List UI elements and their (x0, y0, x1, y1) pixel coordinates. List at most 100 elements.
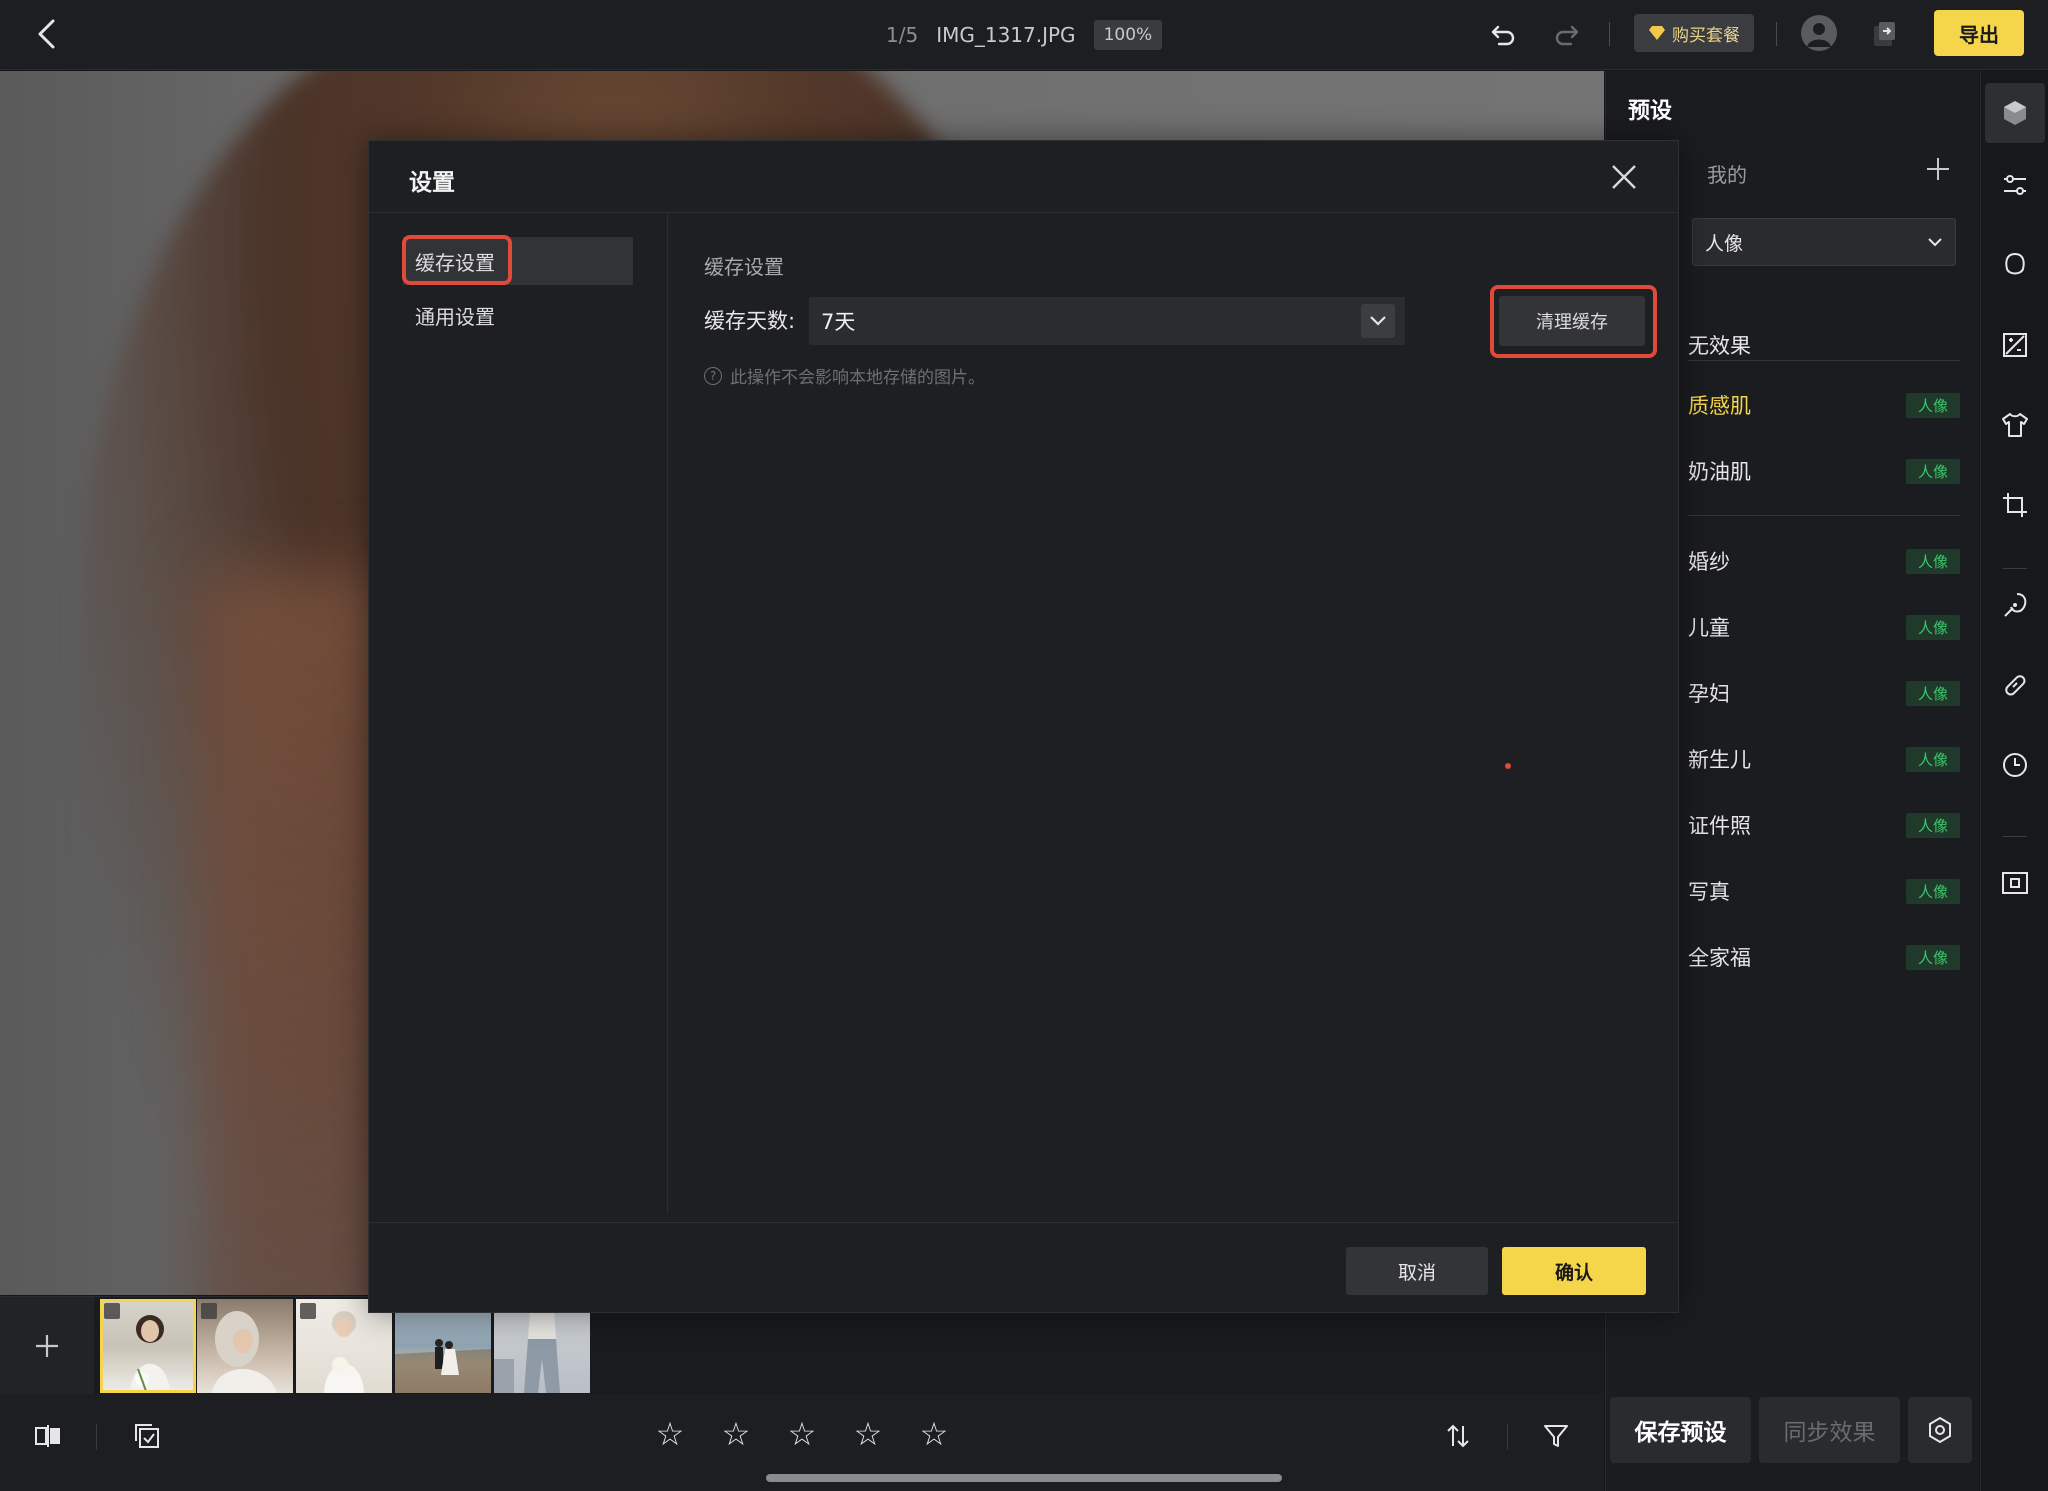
confirm-button[interactable]: 确认 (1502, 1247, 1646, 1295)
crop-tool[interactable] (1997, 487, 2033, 523)
settings-dialog: 设置 缓存设置 通用设置 缓存设置 缓存天数: 7天 清理缓存 ? 此操作不会影… (368, 140, 1679, 1313)
preset-name: 新生儿 (1688, 748, 1751, 772)
preset-tag: 人像 (1905, 548, 1960, 574)
filter-icon (1544, 1425, 1568, 1447)
dialog-header: 设置 (369, 141, 1678, 213)
redo-icon (1555, 25, 1579, 46)
cancel-button[interactable]: 取消 (1346, 1247, 1488, 1295)
zoom-level[interactable]: 100% (1093, 20, 1163, 50)
cube-icon (2004, 101, 2026, 125)
rating-star-5[interactable]: ☆ (916, 1415, 952, 1453)
chevron-left-icon (38, 19, 55, 49)
batch-select-button[interactable] (127, 1416, 167, 1456)
heal-tool[interactable] (1997, 667, 2033, 703)
clothing-tool[interactable] (1997, 407, 2033, 443)
rating-star-4[interactable]: ☆ (850, 1415, 886, 1453)
save-preset-button[interactable]: 保存预设 (1610, 1397, 1751, 1463)
dialog-footer: 取消 确认 (369, 1222, 1678, 1314)
chevron-down-icon (1370, 316, 1386, 326)
preset-name: 证件照 (1688, 814, 1751, 838)
undo-button[interactable] (1486, 18, 1520, 52)
share-button[interactable] (1868, 18, 1902, 52)
cache-days-value: 7天 (821, 310, 856, 334)
close-icon (1612, 165, 1636, 189)
preset-tag: 人像 (1905, 614, 1960, 640)
undo-icon (1491, 25, 1515, 46)
exposure-icon (2003, 333, 2027, 357)
tool-divider (2003, 836, 2027, 837)
preset-item[interactable]: 新生儿 人像 (1688, 731, 1960, 787)
nav-label: 通用设置 (415, 304, 495, 329)
rating-star-3[interactable]: ☆ (784, 1415, 820, 1453)
preset-name: 质感肌 (1688, 394, 1751, 418)
export-button[interactable]: 导出 (1934, 10, 2024, 56)
preset-tag: 人像 (1905, 878, 1960, 904)
category-select[interactable]: 人像 (1692, 218, 1956, 266)
preset-tag: 人像 (1905, 392, 1960, 418)
cache-days-select[interactable]: 7天 (809, 297, 1405, 345)
preset-item[interactable]: 全家福 人像 (1688, 929, 1960, 985)
my-presets-label[interactable]: 我的 (1707, 159, 1747, 188)
preset-item[interactable]: 孕妇 人像 (1688, 665, 1960, 721)
info-icon: ? (704, 366, 722, 385)
redo-button[interactable] (1550, 18, 1584, 52)
compare-button[interactable] (28, 1416, 68, 1456)
face-tool[interactable] (1997, 247, 2033, 283)
preset-item[interactable]: 婚纱 人像 (1688, 533, 1960, 589)
share-icon (1874, 22, 1895, 46)
rating-star-2[interactable]: ☆ (718, 1415, 754, 1453)
home-indicator (766, 1474, 1282, 1482)
add-preset-button[interactable] (1922, 153, 1954, 185)
adjust-tool[interactable] (1997, 167, 2033, 203)
sort-icon (1447, 1424, 1469, 1448)
panel-title: 预设 (1628, 99, 1673, 124)
close-button[interactable] (1606, 159, 1642, 195)
presets-tool[interactable] (1985, 83, 2045, 143)
preset-name: 无效果 (1688, 334, 1751, 358)
cache-days-label: 缓存天数: (704, 309, 796, 333)
preset-name: 奶油肌 (1688, 460, 1751, 484)
dropdown-toggle[interactable] (1361, 304, 1395, 338)
preset-name: 婚纱 (1688, 550, 1730, 574)
thumbnail[interactable] (197, 1299, 293, 1393)
sort-button[interactable] (1438, 1416, 1478, 1456)
preset-item[interactable]: 儿童 人像 (1688, 599, 1960, 655)
rating-star-1[interactable]: ☆ (652, 1415, 688, 1453)
clock-icon (2003, 753, 2027, 777)
filter-button[interactable] (1536, 1416, 1576, 1456)
preset-item[interactable]: 证件照 人像 (1688, 797, 1960, 853)
edited-badge (300, 1303, 316, 1319)
preset-item[interactable]: 写真 人像 (1688, 863, 1960, 919)
checkbox-stack-icon (135, 1424, 159, 1448)
preset-item[interactable]: 质感肌 人像 (1688, 377, 1960, 433)
preset-no-effect[interactable]: 无效果 (1688, 317, 1960, 373)
highlight-box (402, 235, 512, 285)
preset-settings-button[interactable] (1908, 1397, 1972, 1463)
file-name: IMG_1317.JPG (936, 23, 1076, 47)
settings-nav: 缓存设置 通用设置 (369, 213, 668, 1213)
buy-package-button[interactable]: 购买套餐 (1634, 14, 1754, 52)
compare-icon (35, 1425, 60, 1447)
nav-general-settings[interactable]: 通用设置 (403, 291, 663, 339)
tool-divider (2003, 568, 2027, 569)
bottom-divider (96, 1424, 97, 1450)
plus-icon (36, 1335, 58, 1357)
preset-name: 儿童 (1688, 616, 1730, 640)
avatar[interactable] (1801, 15, 1837, 51)
hint-text: ? 此操作不会影响本地存储的图片。 (704, 363, 985, 388)
shirt-icon (2002, 413, 2028, 437)
sync-effect-button[interactable]: 同步效果 (1759, 1397, 1900, 1463)
add-photo-button[interactable] (0, 1297, 94, 1395)
back-button[interactable] (26, 14, 66, 54)
portrait-tool[interactable] (1997, 587, 2033, 623)
preset-tag: 人像 (1905, 944, 1960, 970)
watermark-tool[interactable] (1997, 865, 2033, 901)
hint-label: 此操作不会影响本地存储的图片。 (730, 368, 985, 388)
exposure-tool[interactable] (1997, 327, 2033, 363)
preset-tag: 人像 (1905, 746, 1960, 772)
preset-item[interactable]: 奶油肌 人像 (1688, 443, 1960, 499)
toolbar-divider (1609, 22, 1610, 46)
history-tool[interactable] (1997, 747, 2033, 783)
thumbnail[interactable] (100, 1299, 196, 1393)
page-counter: 1/5 (886, 23, 919, 47)
